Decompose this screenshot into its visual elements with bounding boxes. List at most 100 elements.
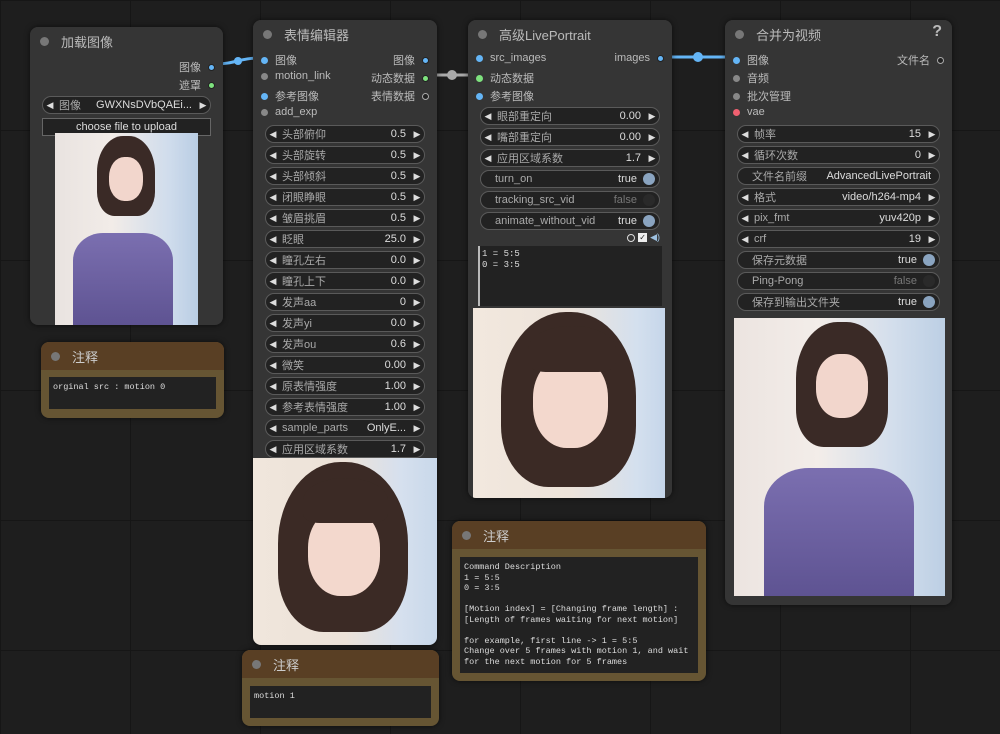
arrow-left-icon[interactable]: ◀ bbox=[43, 100, 57, 111]
arrow-right-icon[interactable]: ▶ bbox=[645, 153, 659, 164]
input-dot-icon[interactable] bbox=[733, 74, 740, 82]
number-widget[interactable]: ◀ 微笑 0.00 ▶ bbox=[265, 356, 425, 374]
arrow-left-icon[interactable]: ◀ bbox=[266, 276, 280, 287]
arrow-right-icon[interactable]: ▶ bbox=[645, 111, 659, 122]
filename-prefix-input[interactable]: 文件名前缀 AdvancedLivePortrait bbox=[737, 167, 940, 185]
note-text[interactable]: orginal src : motion 0 bbox=[49, 377, 216, 409]
node-title-bar[interactable]: 合并为视频 ? bbox=[725, 20, 952, 48]
arrow-right-icon[interactable]: ▶ bbox=[410, 360, 424, 371]
output-dot-icon[interactable] bbox=[208, 81, 215, 89]
output-dot-icon[interactable] bbox=[422, 74, 429, 82]
arrow-right-icon[interactable]: ▶ bbox=[925, 129, 939, 140]
slot-row[interactable]: 图像 文件名 bbox=[725, 50, 952, 68]
arrow-right-icon[interactable]: ▶ bbox=[410, 213, 424, 224]
arrow-left-icon[interactable]: ◀ bbox=[738, 129, 752, 140]
slot-row[interactable]: 参考图像 bbox=[468, 86, 672, 104]
input-dot-icon[interactable] bbox=[733, 56, 740, 64]
arrow-left-icon[interactable]: ◀ bbox=[266, 297, 280, 308]
arrow-left-icon[interactable]: ◀ bbox=[481, 132, 495, 143]
arrow-left-icon[interactable]: ◀ bbox=[266, 192, 280, 203]
slot-row[interactable]: add_exp bbox=[253, 104, 437, 122]
arrow-right-icon[interactable]: ▶ bbox=[925, 192, 939, 203]
note-text[interactable]: motion 1 bbox=[250, 686, 431, 718]
number-widget[interactable]: ◀ 头部俯仰 0.5 ▶ bbox=[265, 125, 425, 143]
arrow-right-icon[interactable]: ▶ bbox=[645, 132, 659, 143]
arrow-right-icon[interactable]: ▶ bbox=[410, 129, 424, 140]
slot-row[interactable]: 参考图像 表情数据 bbox=[253, 86, 437, 104]
number-widget[interactable]: ◀ 发声aa 0 ▶ bbox=[265, 293, 425, 311]
advanced-liveportrait-node[interactable]: 高级LivePortrait src_images images 动态数据 参考… bbox=[468, 20, 672, 498]
input-dot-icon[interactable] bbox=[261, 72, 268, 80]
input-dot-icon[interactable] bbox=[476, 92, 483, 100]
arrow-left-icon[interactable]: ◀ bbox=[266, 360, 280, 371]
arrow-left-icon[interactable]: ◀ bbox=[266, 234, 280, 245]
collapse-dot-icon[interactable] bbox=[478, 29, 487, 39]
output-slot-image[interactable]: 图像 bbox=[30, 57, 223, 75]
arrow-left-icon[interactable]: ◀ bbox=[481, 153, 495, 164]
arrow-left-icon[interactable]: ◀ bbox=[266, 444, 280, 455]
output-dot-icon[interactable] bbox=[937, 56, 944, 64]
arrow-left-icon[interactable]: ◀ bbox=[738, 192, 752, 203]
arrow-left-icon[interactable]: ◀ bbox=[738, 213, 752, 224]
toggle-widget[interactable]: 保存元数据 true bbox=[737, 251, 940, 269]
input-dot-icon[interactable] bbox=[476, 74, 483, 82]
slot-row[interactable]: 图像 图像 bbox=[253, 50, 437, 68]
note-title-bar[interactable]: 注释 bbox=[452, 521, 706, 549]
arrow-left-icon[interactable]: ◀ bbox=[266, 423, 280, 434]
input-dot-icon[interactable] bbox=[476, 54, 483, 62]
toggle-widget[interactable]: 保存到输出文件夹 true bbox=[737, 293, 940, 311]
input-dot-icon[interactable] bbox=[261, 56, 268, 64]
arrow-right-icon[interactable]: ▶ bbox=[410, 297, 424, 308]
arrow-right-icon[interactable]: ▶ bbox=[410, 381, 424, 392]
arrow-left-icon[interactable]: ◀ bbox=[266, 318, 280, 329]
number-widget[interactable]: ◀ 眨眼 25.0 ▶ bbox=[265, 230, 425, 248]
number-widget[interactable]: ◀ 嘴部重定向 0.00 ▶ bbox=[480, 128, 660, 146]
circle-icon[interactable] bbox=[627, 233, 636, 242]
number-widget[interactable]: ◀ 发声yi 0.0 ▶ bbox=[265, 314, 425, 332]
arrow-right-icon[interactable]: ▶ bbox=[410, 339, 424, 350]
toggle-knob-icon[interactable] bbox=[923, 275, 935, 287]
number-widget[interactable]: ◀ 格式 video/h264-mp4 ▶ bbox=[737, 188, 940, 206]
arrow-right-icon[interactable]: ▶ bbox=[410, 234, 424, 245]
collapse-dot-icon[interactable] bbox=[462, 530, 471, 540]
collapse-dot-icon[interactable] bbox=[263, 29, 272, 39]
number-widget[interactable]: ◀ 眼部重定向 0.00 ▶ bbox=[480, 107, 660, 125]
arrow-right-icon[interactable]: ▶ bbox=[925, 213, 939, 224]
output-dot-icon[interactable] bbox=[208, 63, 215, 71]
arrow-right-icon[interactable]: ▶ bbox=[196, 100, 210, 111]
command-textarea[interactable]: 1 = 5:5 0 = 3:5 bbox=[478, 246, 662, 306]
input-dot-icon[interactable] bbox=[733, 108, 740, 116]
number-widget[interactable]: ◀ 瞳孔上下 0.0 ▶ bbox=[265, 272, 425, 290]
number-widget[interactable]: ◀ 头部旋转 0.5 ▶ bbox=[265, 146, 425, 164]
number-widget[interactable]: ◀ 应用区域系数 1.7 ▶ bbox=[265, 440, 425, 458]
number-widget[interactable]: ◀ 原表情强度 1.00 ▶ bbox=[265, 377, 425, 395]
number-widget[interactable]: ◀ 瞳孔左右 0.0 ▶ bbox=[265, 251, 425, 269]
arrow-left-icon[interactable]: ◀ bbox=[266, 150, 280, 161]
toggle-widget[interactable]: animate_without_vid true bbox=[480, 212, 660, 230]
arrow-right-icon[interactable]: ▶ bbox=[410, 192, 424, 203]
number-widget[interactable]: ◀ 闭眼睁眼 0.5 ▶ bbox=[265, 188, 425, 206]
note-title-bar[interactable]: 注释 bbox=[41, 342, 224, 370]
number-widget[interactable]: ◀ pix_fmt yuv420p ▶ bbox=[737, 209, 940, 227]
output-dot-icon[interactable] bbox=[422, 56, 429, 64]
collapse-dot-icon[interactable] bbox=[252, 659, 261, 669]
toggle-knob-icon[interactable] bbox=[643, 194, 655, 206]
arrow-right-icon[interactable]: ▶ bbox=[410, 402, 424, 413]
slot-row[interactable]: 动态数据 bbox=[468, 68, 672, 86]
image-select-combo[interactable]: ◀ 图像 GWXNsDVbQAEi... ▶ bbox=[42, 96, 211, 114]
slot-row[interactable]: 音频 bbox=[725, 68, 952, 86]
note-node[interactable]: 注释 Command Description 1 = 5:5 0 = 3:5 [… bbox=[452, 521, 706, 681]
arrow-right-icon[interactable]: ▶ bbox=[410, 276, 424, 287]
note-node[interactable]: 注释 motion 1 bbox=[242, 650, 439, 726]
toggle-knob-icon[interactable] bbox=[923, 254, 935, 266]
toggle-knob-icon[interactable] bbox=[643, 173, 655, 185]
node-title-bar[interactable]: 高级LivePortrait bbox=[468, 20, 672, 48]
collapse-dot-icon[interactable] bbox=[51, 351, 60, 361]
number-widget[interactable]: ◀ 帧率 15 ▶ bbox=[737, 125, 940, 143]
arrow-right-icon[interactable]: ▶ bbox=[410, 423, 424, 434]
toggle-knob-icon[interactable] bbox=[923, 296, 935, 308]
number-widget[interactable]: ◀ 应用区域系数 1.7 ▶ bbox=[480, 149, 660, 167]
input-dot-icon[interactable] bbox=[261, 92, 268, 100]
input-dot-icon[interactable] bbox=[733, 92, 740, 100]
toggle-widget[interactable]: tracking_src_vid false bbox=[480, 191, 660, 209]
